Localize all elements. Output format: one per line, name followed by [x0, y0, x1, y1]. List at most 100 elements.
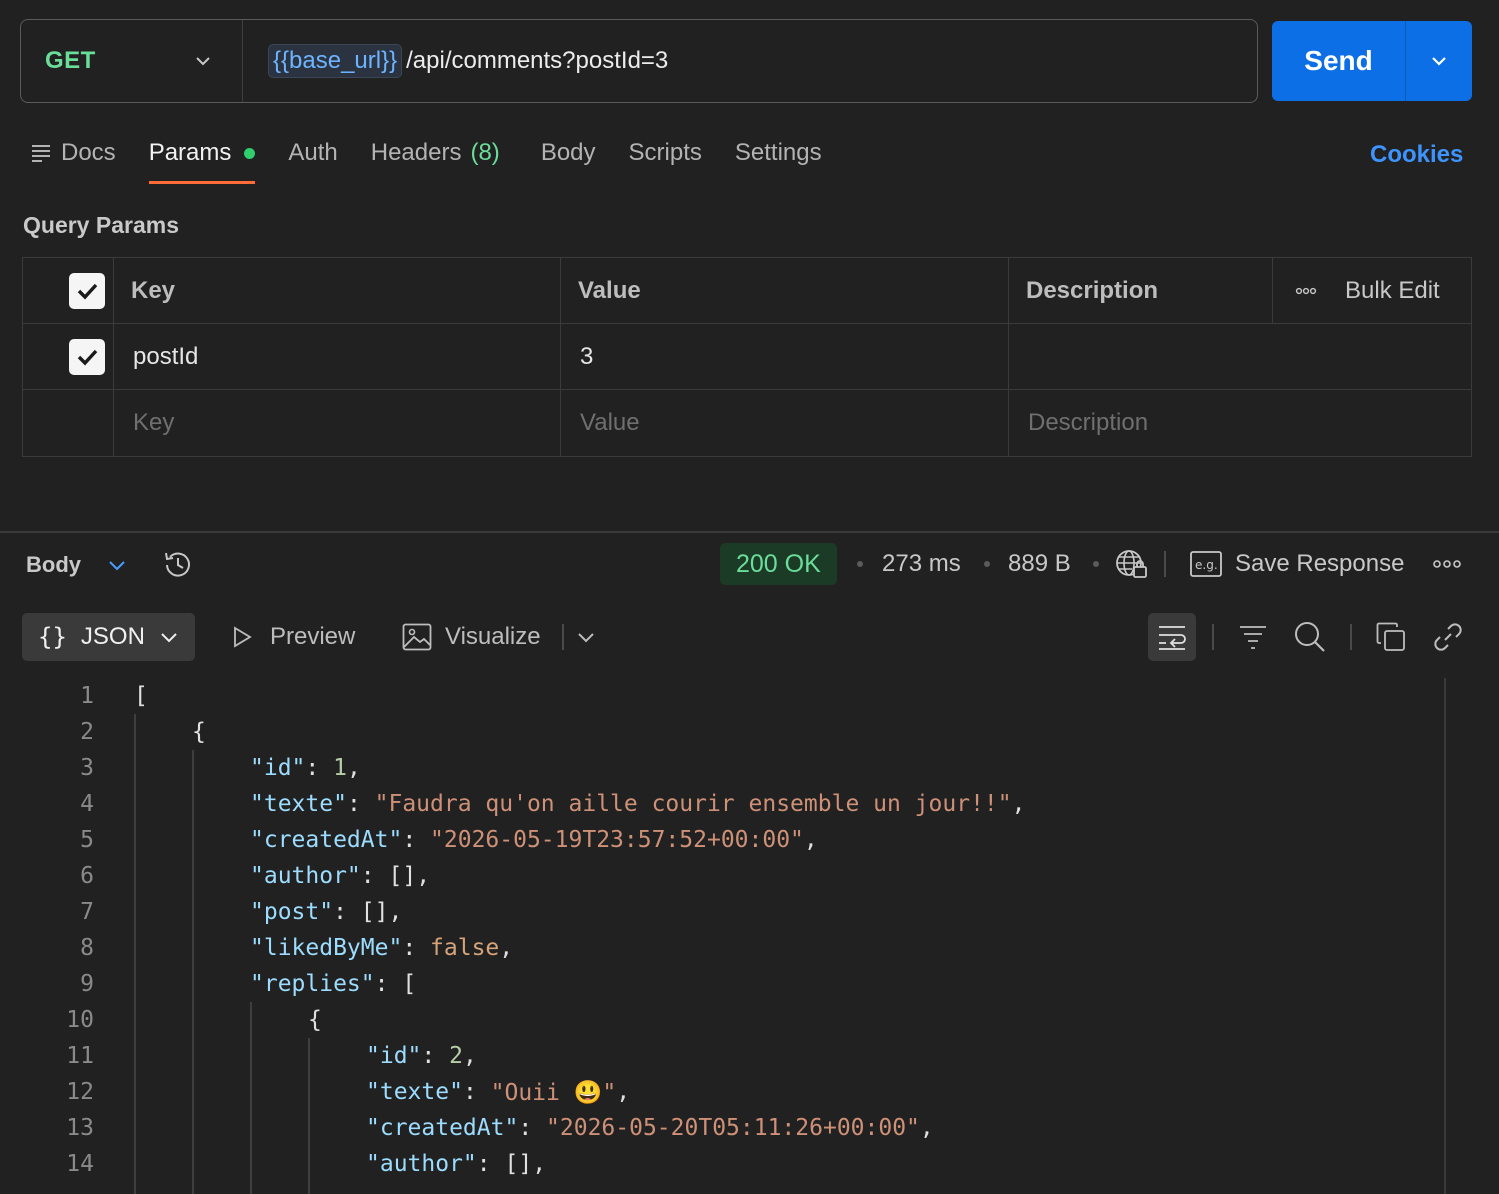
tab-params[interactable]: Params [148, 132, 256, 184]
indent-guide [134, 714, 136, 1194]
url-path: /api/comments?postId=3 [406, 47, 669, 74]
meta-dot-2 [984, 543, 990, 585]
line-number: 8 [80, 935, 94, 961]
tab-docs[interactable]: Docs [30, 132, 116, 174]
chevron-down-icon [1432, 57, 1446, 66]
tab-headers[interactable]: Headers (8) [371, 132, 500, 174]
tab-scripts[interactable]: Scripts [629, 132, 702, 174]
response-size[interactable]: 889 B [1008, 543, 1071, 585]
toolbar-separator-1 [1212, 624, 1214, 650]
param-key-cell[interactable]: postId [114, 324, 561, 389]
save-response-button[interactable]: e.g. Save Response [1190, 543, 1404, 585]
braces-icon: {} [38, 623, 67, 651]
bulk-edit-button[interactable]: Bulk Edit [1345, 277, 1440, 305]
link-button[interactable] [1432, 613, 1464, 661]
code-line: { [308, 1007, 322, 1033]
response-code-viewer[interactable]: 1 2 3 4 5 6 7 8 9 10 11 12 13 14 [ { "id… [0, 678, 1445, 1194]
meta-dot-3 [1093, 543, 1099, 585]
value-header: Value [561, 258, 1009, 323]
filter-button[interactable] [1238, 613, 1268, 661]
code-line: "createdAt": "2026-05-20T05:11:26+00:00"… [366, 1115, 934, 1141]
example-icon: e.g. [1190, 551, 1222, 577]
new-value-input[interactable]: Value [561, 390, 1009, 456]
tab-settings-label: Settings [734, 139, 822, 166]
chevron-down-icon[interactable] [107, 555, 127, 575]
format-select[interactable]: {} JSON [22, 613, 195, 661]
copy-button[interactable] [1376, 613, 1406, 661]
param-description-cell[interactable] [1009, 324, 1471, 389]
bulk-edit-cell: Bulk Edit [1273, 258, 1471, 323]
indent-guide [308, 1038, 310, 1194]
send-button[interactable]: Send [1272, 21, 1406, 101]
method-select[interactable]: GET [21, 20, 243, 102]
line-number: 3 [80, 755, 94, 781]
row-check-cell [23, 324, 114, 389]
tab-body-label: Body [540, 139, 596, 166]
line-number: 11 [66, 1043, 94, 1069]
line-number: 7 [80, 899, 94, 925]
line-number: 6 [80, 863, 94, 889]
response-section-select[interactable]: Body [26, 552, 81, 578]
history-icon[interactable] [161, 548, 195, 582]
new-key-input[interactable]: Key [114, 390, 561, 456]
code-line: "author": [], [366, 1151, 547, 1177]
param-value-cell[interactable]: 3 [561, 324, 1009, 389]
url-input[interactable]: {{base_url}} /api/comments?postId=3 [243, 44, 668, 78]
meta-separator [1164, 543, 1166, 585]
pane-divider[interactable] [0, 531, 1499, 533]
svg-text:e.g.: e.g. [1195, 558, 1218, 572]
response-time[interactable]: 273 ms [882, 543, 961, 585]
select-all-cell [23, 258, 114, 323]
url-variable-chip[interactable]: {{base_url}} [268, 44, 403, 78]
select-all-checkbox[interactable] [69, 272, 105, 309]
key-header: Key [114, 258, 561, 323]
format-separator [562, 624, 564, 650]
wrap-icon [1159, 626, 1186, 650]
table-row-empty: Key Value Description [23, 390, 1471, 456]
tab-settings[interactable]: Settings [735, 132, 822, 174]
row-checkbox[interactable] [69, 338, 105, 375]
wrap-lines-button[interactable] [1148, 613, 1196, 661]
method-label: GET [45, 47, 96, 74]
line-number: 13 [66, 1115, 94, 1141]
send-button-group: Send [1272, 21, 1472, 101]
url-bar: GET {{base_url}} /api/comments?postId=3 [20, 19, 1258, 103]
new-description-input[interactable]: Description [1009, 390, 1471, 456]
network-info[interactable] [1114, 543, 1150, 585]
meta-dot-1 [857, 543, 863, 585]
params-active-dot [244, 147, 256, 159]
code-scrollbar[interactable] [1444, 678, 1446, 1194]
table-header-row: Key Value Description Bulk Edit [23, 258, 1471, 324]
more-icon [1433, 560, 1461, 568]
send-dropdown-button[interactable] [1406, 21, 1472, 101]
indent-guide [250, 1002, 252, 1194]
line-number: 1 [80, 683, 94, 709]
visualize-button[interactable]: Visualize [402, 613, 541, 661]
code-line: "replies": [ [250, 971, 417, 997]
visualize-label: Visualize [445, 623, 541, 650]
empty-check-cell [23, 390, 114, 456]
code-line: "id": 1, [250, 755, 361, 781]
tab-params-label: Params [148, 139, 232, 166]
more-icon[interactable] [1295, 287, 1317, 295]
response-more-button[interactable] [1432, 543, 1462, 585]
visualize-dropdown[interactable] [576, 613, 596, 661]
code-line: "author": [], [250, 863, 431, 889]
tab-auth-label: Auth [288, 139, 338, 166]
headers-count: (8) [470, 139, 500, 166]
query-params-title: Query Params [23, 212, 179, 238]
search-button[interactable] [1294, 613, 1326, 661]
format-toolbar: {} JSON Preview Visualize [22, 613, 1472, 661]
tab-body[interactable]: Body [541, 132, 596, 174]
preview-button[interactable]: Preview [230, 613, 355, 661]
tab-auth[interactable]: Auth [288, 132, 337, 174]
toolbar-separator-2 [1350, 624, 1352, 650]
checkbox-checked-icon [77, 283, 98, 299]
line-number: 2 [80, 719, 94, 745]
chevron-down-icon [578, 633, 594, 643]
tab-docs-label: Docs [61, 139, 116, 166]
cookies-link[interactable]: Cookies [1370, 141, 1463, 169]
chevron-down-icon [196, 57, 210, 66]
status-badge: 200 OK [720, 543, 837, 585]
line-number: 5 [80, 827, 94, 853]
